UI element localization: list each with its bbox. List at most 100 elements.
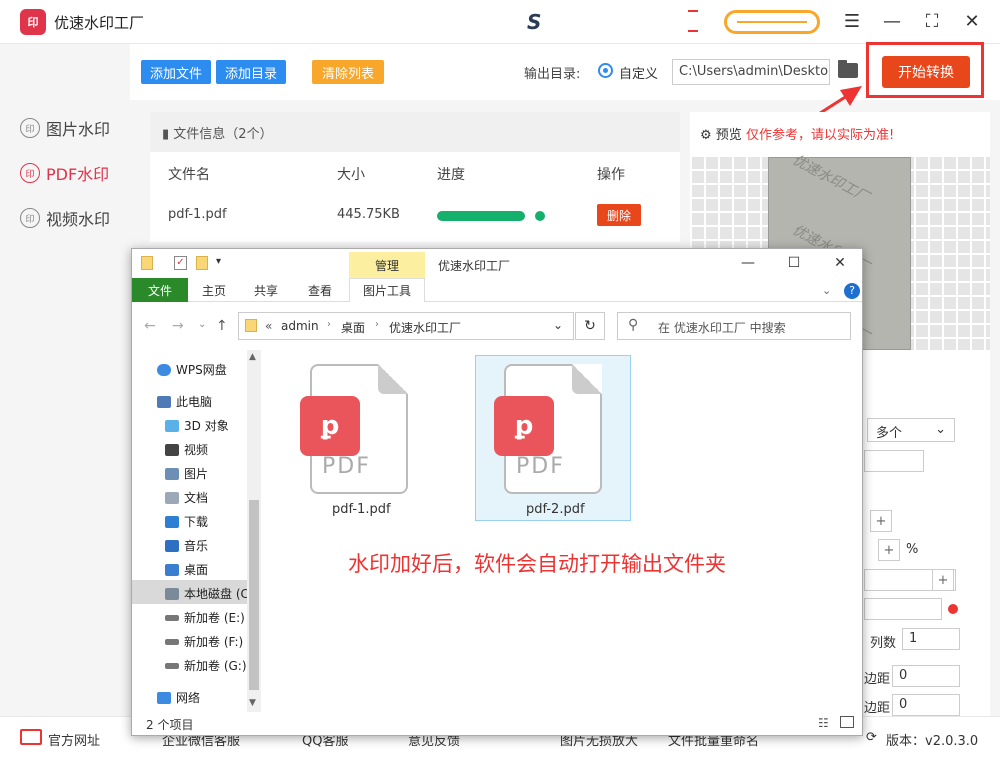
disk-icon [165,587,179,600]
columns-label: 列数 [870,636,897,651]
nav-item-network[interactable]: 网络 [157,689,200,706]
breadcrumb-desktop[interactable]: 桌面 [341,319,365,336]
dropdown[interactable] [864,598,942,620]
breadcrumb-overflow[interactable]: « [265,319,272,333]
tab-picture-tools[interactable]: 图片工具 [349,278,425,302]
pdf-file-icon[interactable]: ꝑ PDF [300,364,408,494]
text-input[interactable] [864,450,924,472]
folder-icon[interactable] [838,60,858,78]
sidebar-item-image-watermark[interactable]: 印 图片水印 [20,116,110,140]
margin-label: 边距 [864,672,891,687]
custom-radio-label: 自定义 [619,67,659,82]
margin-input[interactable]: 0 [892,694,960,716]
plus-button[interactable]: + [870,510,892,532]
plus-button[interactable]: + [878,539,900,561]
breadcrumb-folder[interactable]: 优速水印工厂 [389,319,461,336]
nav-item-desktop[interactable]: 桌面 [165,561,208,578]
nav-item-pictures[interactable]: 图片 [165,465,208,482]
drive-icon [165,638,179,645]
tab-home[interactable]: 主页 [192,278,236,302]
maximize-icon[interactable]: ☐ [780,250,808,276]
file-label[interactable]: pdf-1.pdf [332,502,391,517]
margin-input[interactable]: 0 [892,665,960,687]
menu-lines-icon[interactable] [688,10,698,32]
website-link[interactable]: 官方网址 [48,730,100,749]
refresh-icon[interactable]: ↻ [575,312,605,340]
nav-item-this-pc[interactable]: 此电脑 [157,393,212,410]
file-label[interactable]: pdf-2.pdf [526,502,585,517]
explorer-title: 优速水印工厂 [438,259,511,273]
columns-input[interactable]: 1 [902,628,960,650]
sidebar-item-video-watermark[interactable]: 印 视频水印 [20,206,110,230]
breadcrumb-admin[interactable]: admin [281,319,319,333]
promo-pill-button[interactable] [724,10,820,34]
clear-list-button[interactable]: 清除列表 [312,60,384,84]
percent-label: % [906,542,919,557]
nav-item-drive-e[interactable]: 新加卷 (E:) [165,609,245,626]
brand-logo-icon: S [527,10,542,34]
add-file-button[interactable]: 添加文件 [141,60,211,84]
nav-item-3d[interactable]: 3D 对象 [165,417,229,434]
margin-label: 边距 [864,701,891,716]
close-icon[interactable]: ✕ [958,8,986,34]
file-size-cell: 445.75KB [337,207,400,222]
computer-icon [157,395,171,408]
chevron-down-icon[interactable]: ⌄ [553,318,563,332]
document-icon [165,491,179,504]
tab-view[interactable]: 查看 [298,278,342,302]
forward-icon[interactable]: → [172,318,184,334]
menu-icon[interactable]: ☰ [838,8,866,34]
help-icon[interactable]: ? [844,283,860,299]
download-icon [165,515,179,528]
ribbon-expand-icon[interactable]: ⌄ [822,284,831,297]
nav-item-drive-g[interactable]: 新加卷 (G:) [165,657,247,674]
quick-access-dropdown-icon[interactable]: ▾ [216,256,221,267]
sidebar [0,44,130,716]
custom-radio[interactable] [598,63,613,78]
nav-item-documents[interactable]: 文档 [165,489,208,506]
scroll-up-icon[interactable]: ▲ [249,352,256,362]
folder-icon [141,256,153,270]
minimize-icon[interactable]: — [734,250,762,276]
back-icon[interactable]: ← [144,318,156,334]
new-folder-icon[interactable] [196,256,208,270]
details-view-icon[interactable]: ☷ [818,716,829,730]
nav-item-drive-f[interactable]: 新加卷 (F:) [165,633,243,650]
output-dir-label: 输出目录: [524,67,581,82]
tab-share[interactable]: 共享 [244,278,288,302]
picture-icon [165,467,179,480]
video-icon [165,443,179,456]
watermark-sample: 优速水印工厂 [789,152,872,206]
maximize-icon[interactable]: ⛶ [918,8,946,34]
manage-context-tab[interactable]: 管理 [349,252,425,278]
up-icon[interactable]: ↑ [216,318,228,334]
tab-file[interactable]: 文件 [132,278,188,302]
add-folder-button[interactable]: 添加目录 [216,60,286,84]
nav-item-music[interactable]: 音乐 [165,537,208,554]
nav-scrollbar-thumb[interactable] [249,500,259,690]
network-icon [157,691,171,704]
search-input[interactable]: 在 优速水印工厂 中搜索 [617,312,851,340]
nav-item-downloads[interactable]: 下载 [165,513,208,530]
close-icon[interactable]: ✕ [826,250,854,276]
nav-item-videos[interactable]: 视频 [165,441,208,458]
nav-item-local-disk[interactable]: 本地磁盘 (C [165,585,249,602]
drive-icon [165,614,179,621]
drive-icon [165,662,179,669]
done-check-icon [535,211,545,221]
minimize-icon[interactable]: — [878,8,906,34]
properties-icon[interactable]: ✓ [174,256,187,270]
column-header-name: 文件名 [168,167,210,183]
address-bar[interactable]: « admin › 桌面 › 优速水印工厂 ⌄ [238,312,574,340]
file-name-cell: pdf-1.pdf [168,207,227,222]
plus-button[interactable]: + [932,569,954,591]
delete-button[interactable]: 删除 [597,204,641,226]
scroll-down-icon[interactable]: ▼ [249,698,256,708]
recent-locations-icon[interactable]: ⌄ [198,319,206,330]
large-icons-view-icon[interactable] [840,716,854,728]
sidebar-item-pdf-watermark[interactable]: 印 PDF水印 [20,161,109,185]
nav-item-wps[interactable]: WPS网盘 [157,361,227,378]
mode-select[interactable]: 多个 ⌄ [867,418,955,442]
sidebar-item-label: 图片水印 [46,120,111,139]
pdf-file-icon[interactable]: ꝑ PDF [494,364,602,494]
